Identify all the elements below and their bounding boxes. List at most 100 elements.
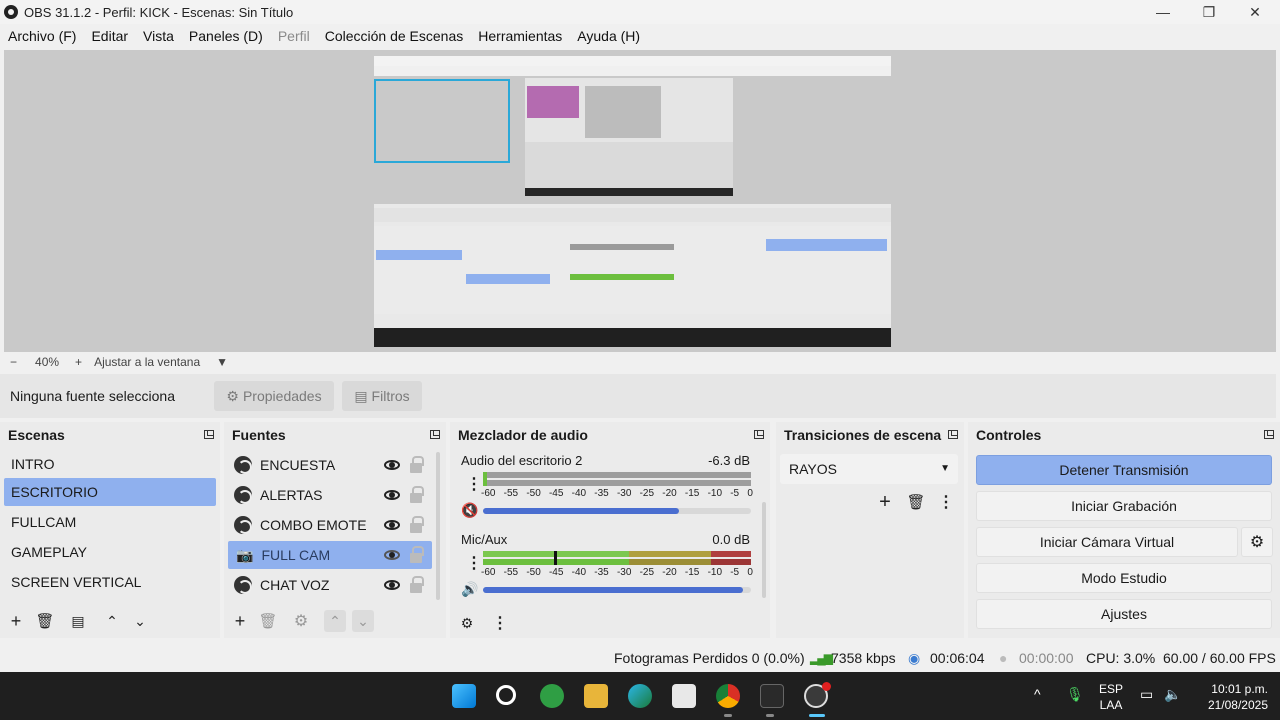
language-bottom[interactable]: LAA <box>1098 698 1124 712</box>
volume-icon[interactable]: 🔈 <box>1164 686 1181 703</box>
channel-menu-icon[interactable]: ⋮ <box>466 553 482 573</box>
menu-editar[interactable]: Editar <box>91 28 128 44</box>
mixer-title: Mezclador de audio <box>458 427 588 443</box>
xbox-icon[interactable] <box>540 684 564 708</box>
minimize-button[interactable]: — <box>1140 0 1186 24</box>
record-time: 00:00:00 <box>1019 650 1074 666</box>
move-down-icon[interactable]: ⌄ <box>129 610 151 632</box>
obs-logo-icon <box>4 5 18 19</box>
filter-icon: ▤ <box>354 387 368 404</box>
zoom-out-button[interactable]: − <box>10 355 17 369</box>
remove-scene-icon[interactable]: 🗑 <box>34 610 56 632</box>
bitrate: 7358 kbps <box>831 650 896 666</box>
mixer-scrollbar[interactable] <box>762 502 766 598</box>
maximize-button[interactable]: ❐ <box>1186 0 1232 24</box>
transition-select[interactable]: RAYOS ▼ <box>780 454 958 484</box>
lock-icon[interactable] <box>410 455 424 473</box>
visibility-eye-icon[interactable] <box>384 520 400 530</box>
clock-date[interactable]: 21/08/2025 <box>1196 698 1268 712</box>
tray-overflow-icon[interactable]: ^ <box>1034 686 1041 702</box>
network-icon[interactable]: ▭ <box>1140 686 1153 703</box>
remove-source-icon[interactable]: 🗑 <box>257 610 279 632</box>
menu-paneles[interactable]: Paneles (D) <box>189 28 263 44</box>
visibility-eye-icon[interactable] <box>384 460 400 470</box>
scene-filters-icon[interactable]: ▤ <box>67 610 89 632</box>
microsoft-store-icon[interactable] <box>672 684 696 708</box>
sources-scrollbar[interactable] <box>436 452 440 600</box>
camera-icon: 📷 <box>236 546 254 563</box>
file-explorer-icon[interactable] <box>584 684 608 708</box>
menu-vista[interactable]: Vista <box>143 28 174 44</box>
advanced-audio-icon[interactable]: ⚙ <box>456 612 478 634</box>
properties-button[interactable]: ⚙ Propiedades <box>214 381 334 411</box>
studio-mode-button[interactable]: Modo Estudio <box>976 563 1272 593</box>
scene-item-escritorio[interactable]: ESCRITORIO <box>4 478 216 506</box>
source-item-alertas[interactable]: ALERTAS <box>228 481 432 509</box>
start-virtual-camera-button[interactable]: Iniciar Cámara Virtual <box>976 527 1238 557</box>
audio-meter <box>629 559 711 565</box>
open-app-indicator <box>766 714 774 717</box>
add-scene-icon[interactable]: + <box>5 610 27 632</box>
active-app-indicator <box>809 714 825 717</box>
dropped-frames: Fotogramas Perdidos 0 (0.0%) <box>614 650 805 666</box>
scene-item-fullcam[interactable]: FULLCAM <box>4 508 216 536</box>
search-icon[interactable] <box>496 685 516 705</box>
virtual-camera-settings-icon[interactable]: ⚙ <box>1241 527 1273 557</box>
chrome-icon[interactable] <box>716 684 740 708</box>
speaker-icon[interactable]: 🔊 <box>461 581 478 598</box>
browser-source-icon <box>234 576 252 594</box>
source-properties-icon[interactable]: ⚙ <box>290 610 312 632</box>
stop-stream-button[interactable]: Detener Transmisión <box>976 455 1272 485</box>
settings-button[interactable]: Ajustes <box>976 599 1272 629</box>
menu-herramientas[interactable]: Herramientas <box>478 28 562 44</box>
scene-item-screen-vertical[interactable]: SCREEN VERTICAL <box>4 568 216 596</box>
close-button[interactable]: ✕ <box>1232 0 1278 24</box>
add-source-icon[interactable]: + <box>229 610 251 632</box>
muted-speaker-icon[interactable]: 🔇 <box>461 502 478 519</box>
scene-item-intro[interactable]: INTRO <box>4 450 216 478</box>
menu-ayuda[interactable]: Ayuda (H) <box>577 28 640 44</box>
transition-menu-icon[interactable]: ⋮ <box>935 491 957 513</box>
menu-perfil[interactable]: Perfil <box>278 28 310 44</box>
menu-archivo[interactable]: Archivo (F) <box>8 28 76 44</box>
windows-start-icon[interactable] <box>452 684 476 708</box>
source-up-icon[interactable]: ⌃ <box>324 610 346 632</box>
lock-icon[interactable] <box>410 575 424 593</box>
microphone-icon[interactable]: 🎙 <box>1066 686 1084 703</box>
undock-icon[interactable] <box>754 430 764 439</box>
move-up-icon[interactable]: ⌃ <box>101 610 123 632</box>
zoom-dropdown-icon[interactable]: ▼ <box>216 355 228 369</box>
visibility-eye-icon[interactable] <box>384 490 400 500</box>
language-top[interactable]: ESP <box>1098 682 1124 696</box>
source-item-encuesta[interactable]: ENCUESTA <box>228 451 432 479</box>
lock-icon[interactable] <box>410 545 424 563</box>
start-recording-button[interactable]: Iniciar Grabación <box>976 491 1272 521</box>
undock-icon[interactable] <box>1264 430 1274 439</box>
channel-menu-icon[interactable]: ⋮ <box>466 474 482 494</box>
filters-button[interactable]: ▤ Filtros <box>342 381 422 411</box>
zoom-in-button[interactable]: + <box>75 355 82 369</box>
visibility-eye-icon[interactable] <box>384 550 400 560</box>
menu-coleccion-escenas[interactable]: Colección de Escenas <box>325 28 464 44</box>
mixer-menu-icon[interactable]: ⋮ <box>489 612 511 634</box>
visibility-eye-icon[interactable] <box>384 580 400 590</box>
preview-zoom-bar: − 40% + Ajustar a la ventana ▼ <box>0 352 1280 372</box>
fps: 60.00 / 60.00 FPS <box>1163 650 1276 666</box>
remove-transition-icon[interactable]: 🗑 <box>905 491 927 513</box>
scene-item-gameplay[interactable]: GAMEPLAY <box>4 538 216 566</box>
clock-time[interactable]: 10:01 p.m. <box>1196 682 1268 696</box>
lock-icon[interactable] <box>410 485 424 503</box>
source-item-full-cam[interactable]: 📷 FULL CAM <box>228 541 432 569</box>
app-icon[interactable] <box>760 684 784 708</box>
lock-icon[interactable] <box>410 515 424 533</box>
source-down-icon[interactable]: ⌄ <box>352 610 374 632</box>
fit-to-window-label[interactable]: Ajustar a la ventana <box>94 355 200 369</box>
source-item-combo-emote[interactable]: COMBO EMOTE <box>228 511 432 539</box>
audio-meter <box>483 480 751 486</box>
source-item-chat-voz[interactable]: CHAT VOZ <box>228 571 432 599</box>
add-transition-icon[interactable]: + <box>874 491 896 513</box>
undock-icon[interactable] <box>204 430 214 439</box>
undock-icon[interactable] <box>948 430 958 439</box>
edge-icon[interactable] <box>628 684 652 708</box>
preview-screen-capture <box>374 56 891 347</box>
